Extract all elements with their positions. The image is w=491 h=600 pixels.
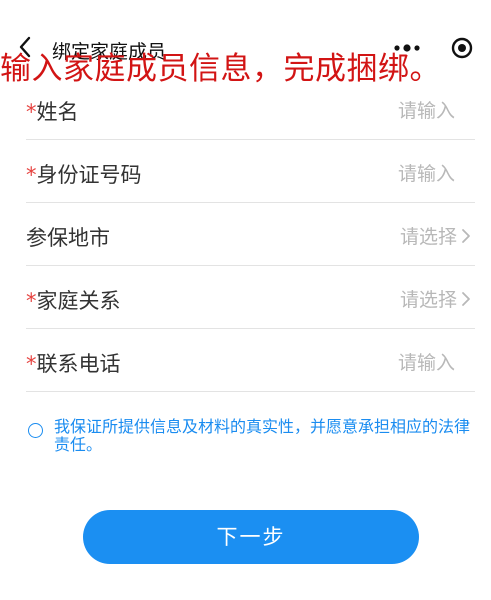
next-step-button[interactable]: 下一步 <box>83 510 419 564</box>
row-label: *身份证号码 <box>26 159 142 189</box>
row-label-text: 参保地市 <box>26 226 110 250</box>
chevron-right-icon <box>462 292 470 306</box>
row-label-text: 家庭关系 <box>36 289 121 313</box>
phone-input[interactable]: 请输入 <box>398 348 455 375</box>
insured-city-select[interactable]: 请选择 <box>400 222 471 249</box>
required-mark: * <box>26 163 37 187</box>
form-row-insured-city[interactable]: 参保地市 请选择 <box>26 202 475 266</box>
agreement-radio[interactable] <box>28 423 43 438</box>
form-row-id-number[interactable]: *身份证号码 请输入 <box>26 139 475 203</box>
row-label-text: 联系电话 <box>36 352 121 376</box>
row-label-text: 姓名 <box>36 100 79 124</box>
agreement: 我保证所提供信息及材料的真实性，并愿意承担相应的法律责任。 <box>26 418 475 466</box>
row-label: *联系电话 <box>26 348 121 378</box>
chevron-right-icon <box>462 229 470 243</box>
family-relation-select[interactable]: 请选择 <box>400 285 471 312</box>
required-mark: * <box>26 100 37 124</box>
row-label-text: 身份证号码 <box>36 163 142 187</box>
form-row-family-relation[interactable]: *家庭关系 请选择 <box>26 265 475 329</box>
row-label: *家庭关系 <box>26 285 121 315</box>
name-input[interactable]: 请输入 <box>398 96 455 123</box>
required-mark: * <box>26 352 37 376</box>
select-hint: 请选择 <box>399 226 457 248</box>
row-label: 参保地市 <box>26 222 110 252</box>
form-row-name[interactable]: *姓名 请输入 <box>26 76 475 140</box>
required-mark: * <box>26 289 37 313</box>
form-row-phone[interactable]: *联系电话 请输入 <box>26 328 475 392</box>
id-number-input[interactable]: 请输入 <box>398 159 455 186</box>
select-hint: 请选择 <box>399 289 457 311</box>
agreement-text: 我保证所提供信息及材料的真实性，并愿意承担相应的法律责任。 <box>54 417 471 454</box>
row-label: *姓名 <box>26 96 79 126</box>
